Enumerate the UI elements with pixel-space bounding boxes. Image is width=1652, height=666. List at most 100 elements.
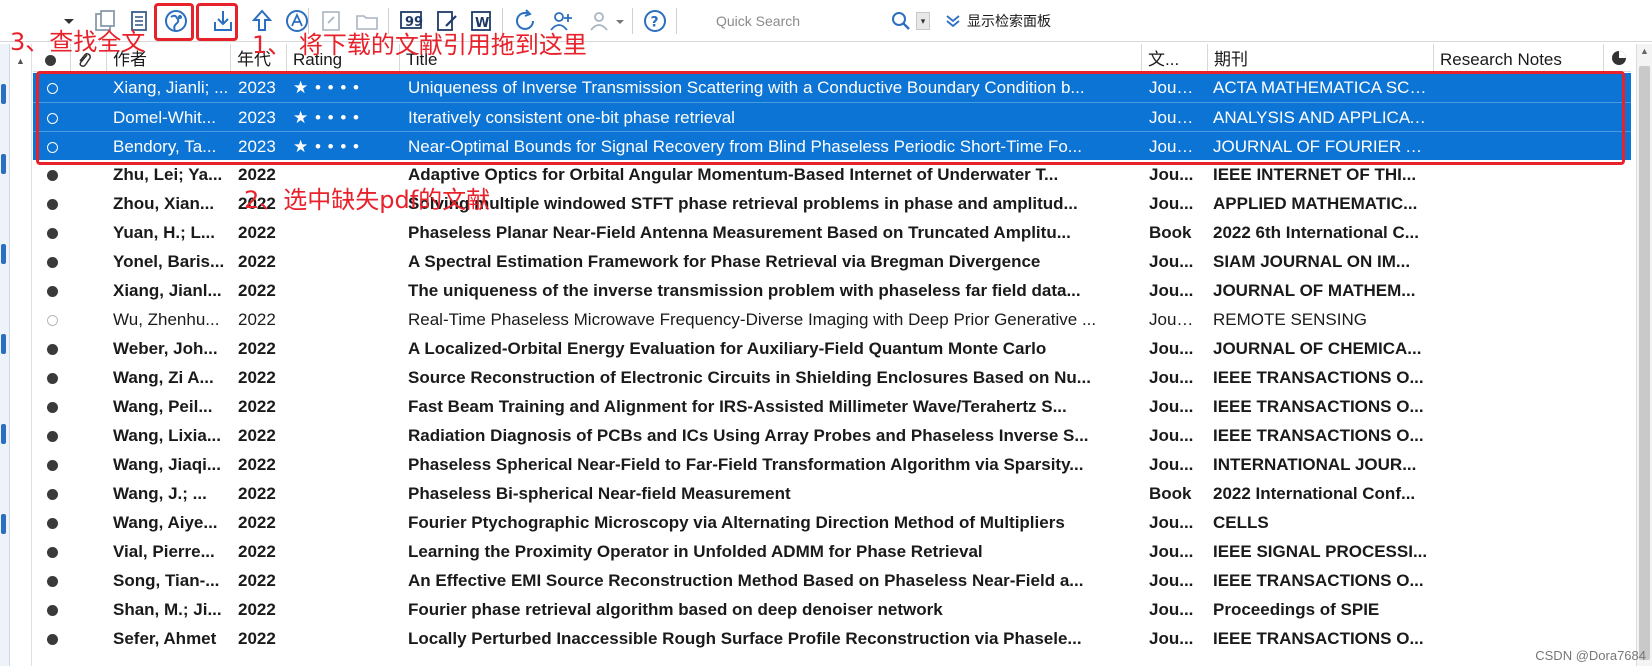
folder-icon[interactable] [352,6,382,36]
reference-row[interactable]: Song, Tian-... 2022 An Effective EMI Sourc… [33,566,1631,595]
pie-chart-column-header[interactable] [1604,44,1631,72]
unread-dot-icon[interactable] [47,518,58,530]
type-cell: Jou... [1149,281,1194,300]
reference-row[interactable]: Xiang, Jianli; ... 2023 ★ • • • • Uniquenes… [33,73,1631,102]
unread-dot-icon[interactable] [47,228,58,240]
year-cell: 2022 [238,281,276,300]
unread-dot-icon[interactable] [47,286,58,298]
title-cell: Uniqueness of Inverse Transmission Scatt… [408,78,1085,97]
reference-row[interactable]: Wang, J.; ... 2022 Phaseless Bi-spherical … [33,479,1631,508]
title-cell: Fourier Ptychographic Microscopy via Alt… [408,513,1065,532]
unread-dot-icon[interactable] [47,431,58,443]
unread-dot-icon[interactable] [47,170,58,182]
year-cell: 2022 [238,194,276,213]
read-status-dot [47,160,61,189]
year-cell: 2022 [238,484,276,503]
unread-dot-icon[interactable] [47,634,58,646]
collapse-arrow-icon[interactable]: ▲ [16,56,25,66]
share-dropdown-icon[interactable] [612,6,628,36]
svg-text:99: 99 [405,15,423,30]
year-cell: 2022 [238,571,276,590]
title-cell: Real-Time Phaseless Microwave Frequency-… [408,310,1097,329]
show-search-panel-toggle[interactable]: 显示检索面板 [945,10,1051,32]
help-icon[interactable]: ? [640,6,670,36]
reference-row[interactable]: Yuan, H.; L... 2022 Phaseless Planar Near-… [33,218,1631,247]
journal-cell: REMOTE SENSING [1213,310,1367,329]
rating-cell: ★ • • • • [293,108,360,127]
reference-row[interactable]: Wu, Zhenhu... 2022 Real-Time Phaseless Mic… [33,305,1631,334]
reference-row[interactable]: Domel-Whit... 2023 ★ • • • • Iteratively co… [33,102,1631,131]
reference-row[interactable]: Vial, Pierre... 2022 Learning the Proximit… [33,537,1631,566]
journal-cell: IEEE INTERNET OF THI... [1213,165,1417,184]
title-cell: The uniqueness of the inverse transmissi… [408,281,1081,300]
type-column-header[interactable]: 文... [1142,44,1208,72]
import-download-icon[interactable] [208,6,238,36]
reference-row[interactable]: Bendory, Ta... 2023 ★ • • • • Near-Optimal … [33,131,1631,160]
journal-cell: ANALYSIS AND APPLICATI... [1213,108,1428,127]
journal-column-header[interactable]: 期刊 [1208,44,1434,72]
layers-icon[interactable] [124,6,154,36]
group-tree-column: ▲ [10,44,32,666]
unread-dot-icon[interactable] [47,460,58,472]
unread-dot-icon[interactable] [47,576,58,588]
reference-row[interactable]: Wang, Aiye... 2022 Fourier Ptychographic M… [33,508,1631,537]
year-column-header[interactable]: 年代 [231,44,287,72]
link-icon[interactable] [316,6,346,36]
unread-dot-icon[interactable] [47,199,58,211]
unread-dot-icon[interactable] [47,605,58,617]
journal-cell: CELLS [1213,513,1269,532]
read-dot-icon[interactable] [47,83,58,95]
author-cell: Wang, Peil... [113,397,213,416]
reference-row[interactable]: Zhu, Lei; Ya... 2022 Adaptive Optics for O… [33,160,1631,189]
unread-dot-icon[interactable] [47,402,58,414]
search-options-dropdown[interactable]: ▾ [916,12,930,30]
unread-dot-icon[interactable] [47,344,58,356]
search-icon[interactable] [890,10,912,32]
left-pane-strip[interactable] [0,44,10,666]
new-library-icon[interactable] [90,6,120,36]
add-user-icon[interactable] [546,6,576,36]
unread-dot-icon[interactable] [47,547,58,559]
reference-row[interactable]: Xiang, Jianl... 2022 The uniqueness of the… [33,276,1631,305]
reference-row[interactable]: Sefer, Ahmet 2022 Locally Perturbed Inacce… [33,624,1631,653]
read-dot-icon[interactable] [47,142,58,154]
reference-row[interactable]: Wang, Peil... 2022 Fast Beam Training and … [33,392,1631,421]
pane-marker [1,154,6,174]
read-dot-icon[interactable] [47,315,58,327]
research-notes-column-header[interactable]: Research Notes [1434,44,1604,72]
attachment-column-header[interactable] [71,44,107,72]
rating-column-header[interactable]: Rating [287,44,400,72]
read-dot-icon[interactable] [47,113,58,125]
title-column-header[interactable]: Title [400,44,1142,72]
reference-row[interactable]: Yonel, Baris... 2022 A Spectral Estimation… [33,247,1631,276]
sync-icon[interactable] [510,6,540,36]
year-cell: 2022 [238,310,276,329]
read-status-column-header[interactable] [33,44,71,72]
unread-dot-icon[interactable] [47,373,58,385]
title-cell: Iteratively consistent one-bit phase ret… [408,108,735,127]
filter-dropdown-icon[interactable] [54,6,84,36]
reference-row[interactable]: Zhou, Xian... 2022 Solving multiple window… [33,189,1631,218]
scroll-up-arrow-icon[interactable]: ▲ [1640,46,1649,56]
journal-cell: IEEE TRANSACTIONS O... [1213,571,1424,590]
unread-dot-icon[interactable] [47,257,58,269]
find-full-text-globe-icon[interactable] [161,6,191,36]
author-column-header[interactable]: 作者 [107,44,231,72]
vertical-scrollbar[interactable]: ▲ [1636,44,1652,666]
reference-row[interactable]: Weber, Joh... 2022 A Localized-Orbital Ene… [33,334,1631,363]
rating-cell [293,392,398,421]
reference-row[interactable]: Wang, Lixia... 2022 Radiation Diagnosis of… [33,421,1631,450]
scrollbar-thumb[interactable] [1639,66,1650,660]
reference-row[interactable]: Shan, M.; Ji... 2022 Fourier phase retriev… [33,595,1631,624]
word-document-icon[interactable]: W [466,6,496,36]
unread-dot-icon[interactable] [47,489,58,501]
read-status-dot [47,595,61,624]
edit-document-icon[interactable] [432,6,462,36]
read-status-dot [47,537,61,566]
export-upload-icon[interactable] [247,6,277,36]
type-cell: Jou... [1149,455,1194,474]
reference-row[interactable]: Wang, Zi A... 2022 Source Reconstruction o… [33,363,1631,392]
insert-citation-quote-icon[interactable]: 99 [396,6,426,36]
type-cell: Jour... [1149,108,1195,127]
reference-row[interactable]: Wang, Jiaqi... 2022 Phaseless Spherical Ne… [33,450,1631,479]
